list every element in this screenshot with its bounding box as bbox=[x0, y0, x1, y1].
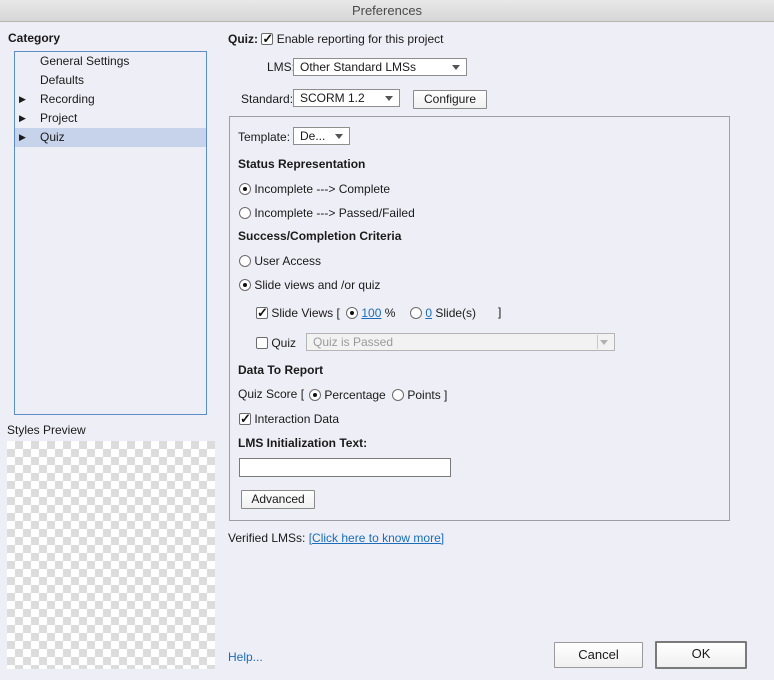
quiz-score-label: Quiz Score [ bbox=[238, 387, 305, 401]
verified-lms-row: Verified LMSs: [Click here to know more] bbox=[228, 529, 444, 546]
preferences-dialog: Category General Settings Defaults ▶ Rec… bbox=[0, 23, 774, 680]
slide-views-quiz-label[interactable]: Slide views and /or quiz bbox=[254, 278, 380, 292]
expand-arrow-icon[interactable]: ▶ bbox=[19, 128, 26, 147]
template-label: Template: bbox=[238, 130, 291, 144]
verified-lms-label: Verified LMSs: bbox=[228, 530, 306, 545]
lms-init-input[interactable] bbox=[239, 458, 451, 477]
sidebar-item-defaults[interactable]: Defaults bbox=[15, 71, 206, 90]
quiz-criteria-row: Quiz bbox=[256, 334, 296, 351]
percent-value[interactable]: 100 bbox=[361, 306, 381, 320]
slides-unit: Slide(s) bbox=[435, 305, 477, 320]
verified-lms-link[interactable]: [Click here to know more] bbox=[309, 531, 444, 545]
quiz-criteria-label[interactable]: Quiz bbox=[271, 336, 296, 350]
standard-dropdown-value: SCORM 1.2 bbox=[300, 91, 365, 105]
enable-reporting-checkbox[interactable] bbox=[261, 31, 274, 47]
slide-views-count-option: 0 Slide(s) bbox=[410, 304, 476, 321]
percentage-radio[interactable] bbox=[309, 388, 321, 401]
user-access-radio[interactable] bbox=[239, 254, 251, 267]
status-complete-radio[interactable] bbox=[239, 182, 251, 195]
close-bracket: ] bbox=[498, 305, 502, 319]
window-title: Preferences bbox=[0, 0, 774, 22]
slide-views-label[interactable]: Slide Views [ bbox=[271, 306, 339, 320]
slides-radio[interactable] bbox=[410, 306, 422, 319]
interaction-data-checkbox[interactable] bbox=[239, 411, 251, 427]
ok-button[interactable]: OK bbox=[655, 641, 747, 669]
status-passed-radio[interactable] bbox=[239, 206, 251, 219]
status-complete-option[interactable]: Incomplete ---> Complete bbox=[239, 180, 390, 197]
configure-button[interactable]: Configure bbox=[413, 90, 487, 109]
data-to-report-heading: Data To Report bbox=[238, 363, 324, 377]
advanced-button[interactable]: Advanced bbox=[241, 490, 315, 509]
styles-preview-area bbox=[7, 441, 215, 669]
cancel-button[interactable]: Cancel bbox=[554, 642, 643, 668]
points-label[interactable]: Points ] bbox=[407, 388, 447, 402]
enable-reporting-label[interactable]: Enable reporting for this project bbox=[277, 32, 444, 46]
sidebar-item-label: Recording bbox=[40, 92, 95, 106]
percent-unit: % bbox=[384, 305, 396, 320]
percentage-option[interactable]: Percentage bbox=[309, 386, 386, 403]
template-dropdown[interactable]: De... bbox=[293, 127, 350, 145]
lms-dropdown[interactable]: Other Standard LMSs bbox=[293, 58, 467, 76]
percentage-label[interactable]: Percentage bbox=[324, 388, 385, 402]
category-tree[interactable]: General Settings Defaults ▶ Recording ▶ … bbox=[14, 51, 207, 415]
chevron-down-icon bbox=[335, 134, 343, 139]
sidebar-item-label: Project bbox=[40, 111, 78, 125]
status-complete-label[interactable]: Incomplete ---> Complete bbox=[254, 182, 390, 196]
chevron-down-icon bbox=[452, 65, 460, 70]
points-radio[interactable] bbox=[392, 388, 404, 401]
expand-arrow-icon[interactable]: ▶ bbox=[19, 109, 26, 128]
standard-dropdown[interactable]: SCORM 1.2 bbox=[293, 89, 400, 107]
dropdown-separator bbox=[597, 335, 598, 349]
status-representation-heading: Status Representation bbox=[238, 157, 366, 171]
slide-views-quiz-option[interactable]: Slide views and /or quiz bbox=[239, 276, 380, 293]
slide-views-quiz-radio[interactable] bbox=[239, 278, 251, 291]
sidebar-item-label: Defaults bbox=[40, 73, 85, 87]
chevron-down-icon bbox=[600, 340, 608, 345]
interaction-data-label[interactable]: Interaction Data bbox=[254, 412, 339, 426]
quiz-enable-row: Quiz: Enable reporting for this project bbox=[228, 30, 443, 47]
slides-value[interactable]: 0 bbox=[425, 306, 432, 320]
success-criteria-heading: Success/Completion Criteria bbox=[238, 229, 402, 243]
lms-label: LMS: bbox=[267, 60, 296, 74]
lms-init-heading: LMS Initialization Text: bbox=[238, 436, 368, 450]
sidebar-item-project[interactable]: ▶ Project bbox=[15, 109, 206, 128]
user-access-option[interactable]: User Access bbox=[239, 252, 321, 269]
points-option[interactable]: Points ] bbox=[392, 386, 447, 403]
slide-views-row: Slide Views [ bbox=[256, 304, 340, 321]
chevron-down-icon bbox=[385, 96, 393, 101]
sidebar-item-label: General Settings bbox=[40, 54, 130, 68]
standard-label: Standard: bbox=[241, 92, 294, 106]
lms-dropdown-value: Other Standard LMSs bbox=[300, 60, 417, 74]
percent-radio[interactable] bbox=[346, 306, 358, 319]
template-dropdown-value: De... bbox=[300, 129, 326, 143]
interaction-data-row[interactable]: Interaction Data bbox=[239, 410, 339, 427]
quiz-criteria-dropdown[interactable]: Quiz is Passed bbox=[306, 333, 615, 351]
sidebar-item-quiz[interactable]: ▶ Quiz bbox=[15, 128, 206, 147]
expand-arrow-icon[interactable]: ▶ bbox=[19, 90, 26, 109]
sidebar-item-general-settings[interactable]: General Settings bbox=[15, 52, 206, 71]
quiz-label: Quiz: bbox=[228, 31, 258, 46]
quiz-criteria-dropdown-value: Quiz is Passed bbox=[313, 335, 394, 349]
status-passed-label[interactable]: Incomplete ---> Passed/Failed bbox=[254, 206, 414, 220]
user-access-label[interactable]: User Access bbox=[254, 254, 321, 268]
help-link[interactable]: Help... bbox=[228, 650, 263, 664]
category-label: Category bbox=[8, 31, 61, 45]
status-passed-option[interactable]: Incomplete ---> Passed/Failed bbox=[239, 204, 415, 221]
slide-views-checkbox[interactable] bbox=[256, 305, 268, 321]
styles-preview-label: Styles Preview bbox=[7, 423, 86, 437]
sidebar-item-label: Quiz bbox=[40, 130, 65, 144]
quiz-criteria-checkbox[interactable] bbox=[256, 336, 268, 349]
slide-views-percent-option: 100 % bbox=[346, 304, 395, 321]
sidebar-item-recording[interactable]: ▶ Recording bbox=[15, 90, 206, 109]
